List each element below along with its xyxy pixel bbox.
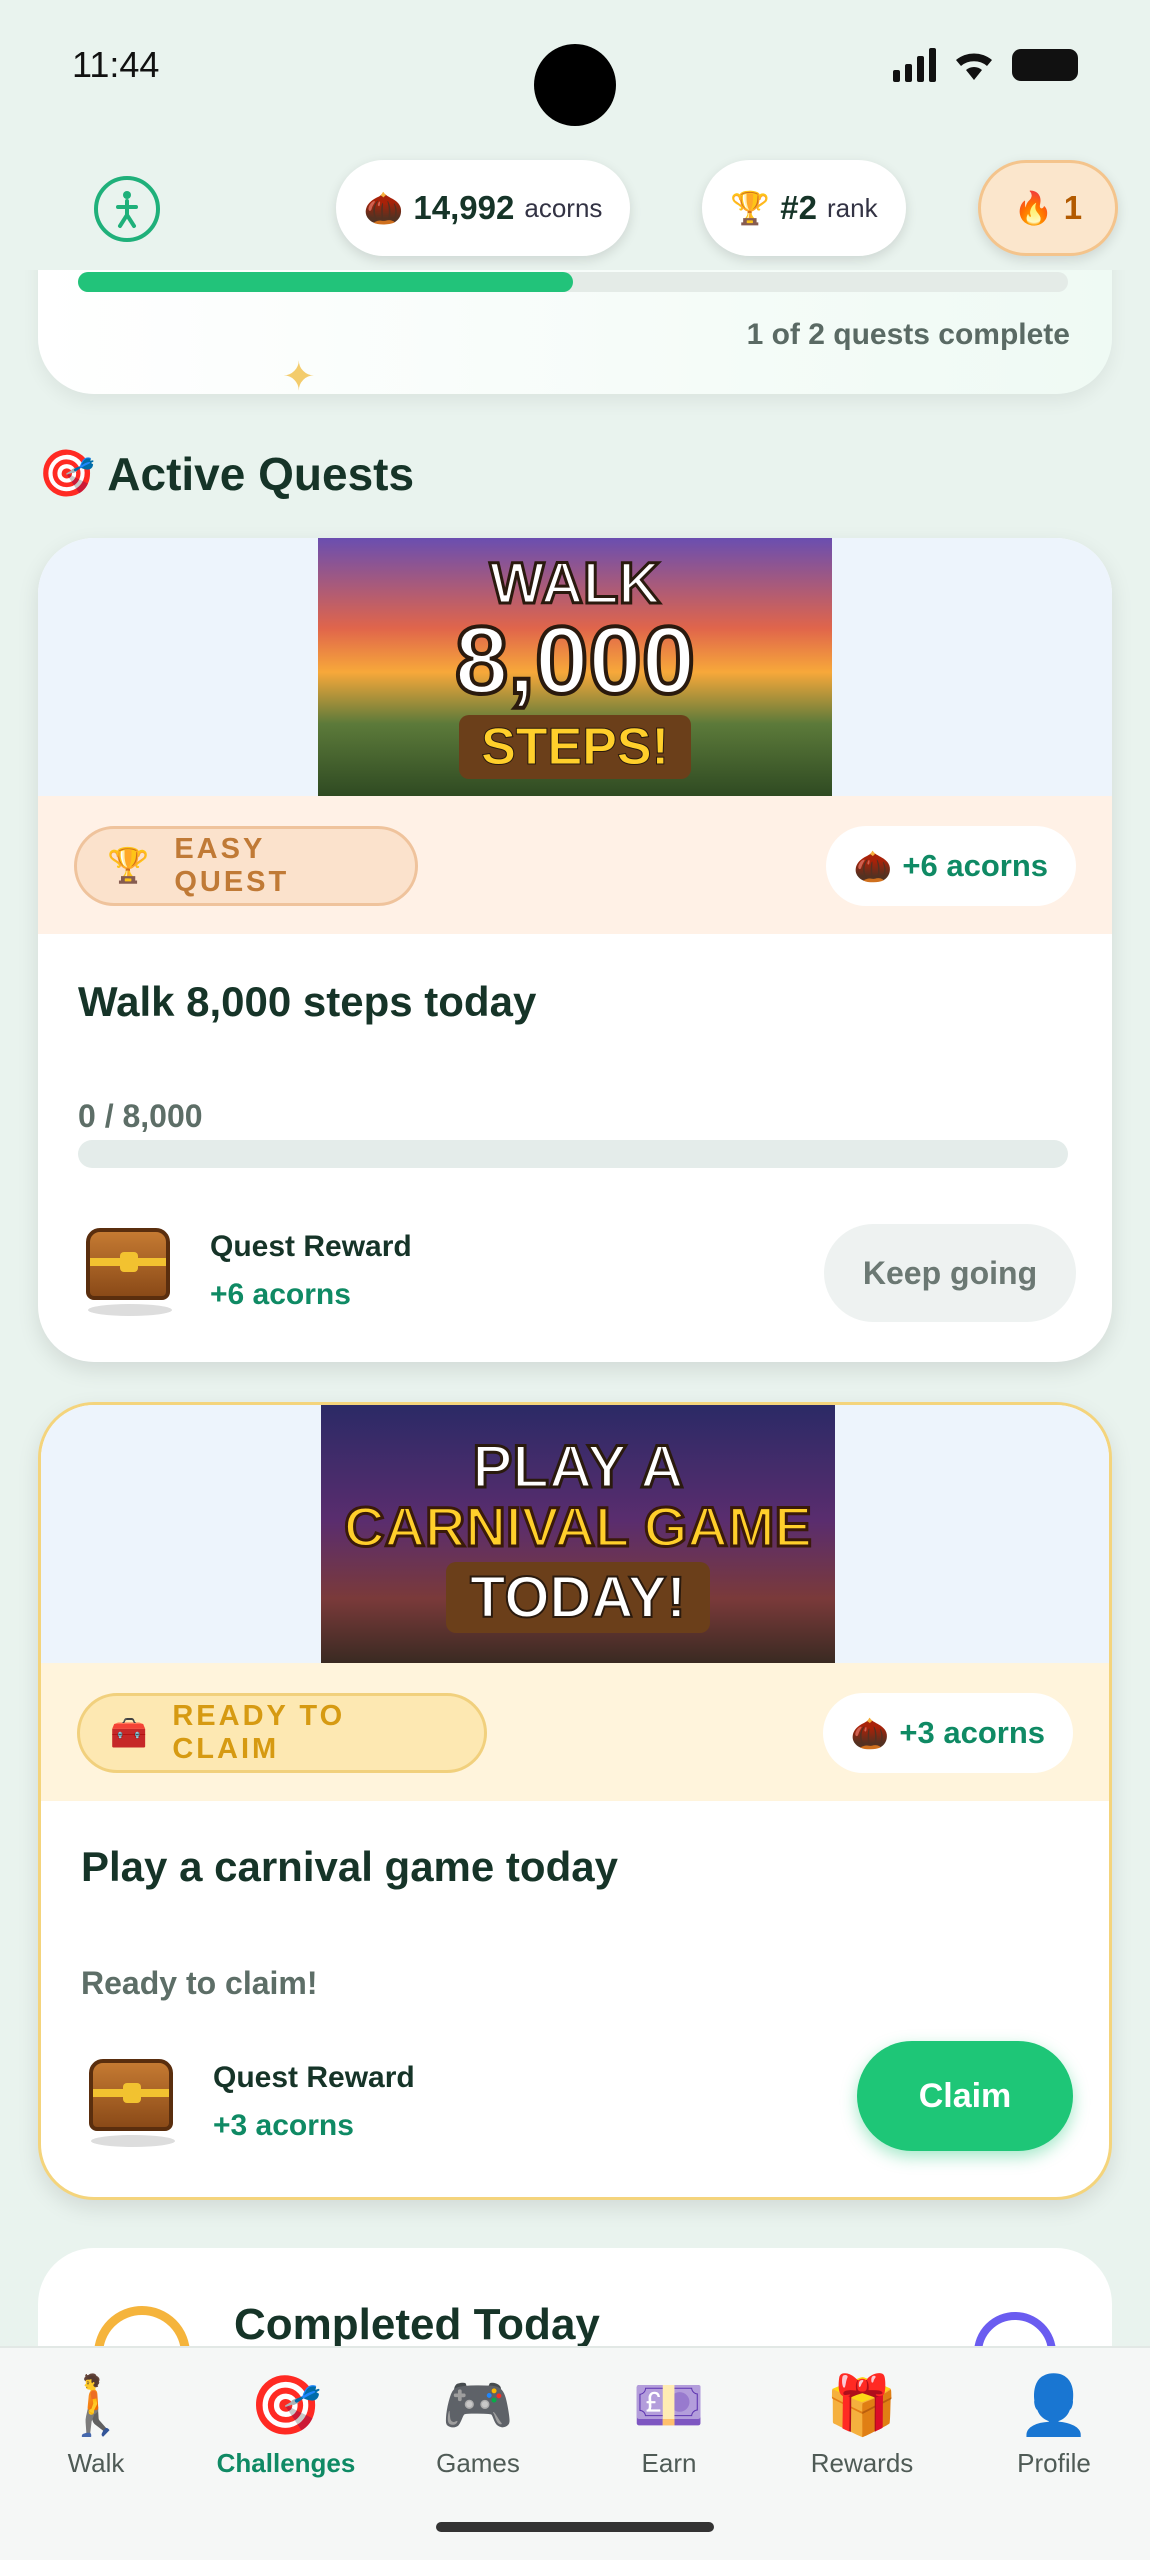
nav-item-challenges[interactable]: 🎯 Challenges: [201, 2370, 371, 2479]
acorn-icon: 🌰: [363, 190, 404, 226]
banner-line: STEPS!: [459, 715, 691, 779]
reward-label: Quest Reward: [213, 2061, 415, 2094]
summary-progress-track: [78, 272, 1068, 292]
keep-going-button[interactable]: Keep going: [824, 1224, 1076, 1322]
chest-icon: 🧰: [110, 1716, 151, 1750]
summary-progress-text: 1 of 2 quests complete: [746, 318, 1070, 351]
chest-icon: [89, 2059, 173, 2131]
difficulty-badge: 🏆 EASY QUEST: [74, 826, 418, 906]
nav-label: Profile: [1017, 2448, 1091, 2478]
quest-banner-area: WALK 8,000 STEPS!: [38, 538, 1112, 796]
nav-label: Rewards: [810, 2448, 914, 2478]
summary-progress-fill: [78, 272, 573, 292]
nav-item-profile[interactable]: 👤 Profile: [969, 2370, 1139, 2479]
battery-icon: [1012, 49, 1078, 81]
rank-value: #2: [780, 189, 817, 226]
home-indicator: [436, 2522, 714, 2532]
gamepad-icon: 🎮: [441, 2373, 515, 2438]
section-title-text: Active Quests: [107, 447, 415, 500]
top-bar: 🌰 14,992 acorns 🏆 #2 rank 🔥 1: [0, 150, 1150, 270]
section-title: 🎯 Active Quests: [38, 446, 414, 501]
banner-line: CARNIVAL GAME: [343, 1494, 814, 1558]
sparkle-icon: ✦: [282, 355, 316, 399]
reward-value: +3 acorns: [213, 2109, 354, 2142]
chest-icon: [86, 1228, 170, 1300]
claim-button[interactable]: Claim: [857, 2041, 1073, 2151]
status-badge: 🧰 READY TO CLAIM: [77, 1693, 487, 1773]
nav-item-rewards[interactable]: 🎁 Rewards: [777, 2370, 947, 2479]
acorn-balance-value: 14,992: [413, 189, 515, 226]
trophy-icon: 🏆: [730, 190, 771, 226]
quest-banner-area: PLAY A CARNIVAL GAME TODAY!: [41, 1405, 1109, 1663]
status-badge-label: READY TO CLAIM: [172, 1700, 346, 1765]
walker-icon: [116, 191, 138, 228]
quest-card-walk[interactable]: WALK 8,000 STEPS! 🏆 EASY QUEST 🌰 +6 acor…: [38, 538, 1112, 1362]
walker-button[interactable]: [94, 176, 160, 242]
profile-icon: 👤: [1017, 2373, 1091, 2438]
nav-label: Walk: [67, 2448, 125, 2478]
status-time: 11:44: [72, 44, 160, 85]
nav-label: Challenges: [216, 2448, 356, 2478]
acorn-icon: 🌰: [850, 1715, 890, 1751]
camera-cutout: [534, 44, 616, 126]
reward-chip-label: +3 acorns: [899, 1715, 1045, 1750]
quest-progress-track: [78, 1140, 1068, 1168]
completed-title: Completed Today: [234, 2300, 600, 2349]
quest-reward-row: Quest Reward +3 acorns Claim: [41, 2037, 1109, 2167]
nav-item-earn[interactable]: 💷 Earn: [584, 2370, 754, 2479]
streak-value: 1: [1063, 189, 1083, 226]
rank-unit: rank: [826, 192, 878, 223]
quest-tag-row: 🏆 EASY QUEST 🌰 +6 acorns: [38, 796, 1112, 934]
quest-reward-row: Quest Reward +6 acorns Keep going: [38, 1206, 1112, 1336]
streak-pill[interactable]: 🔥 1: [978, 160, 1118, 256]
nav-item-walk[interactable]: 🚶 Walk: [11, 2370, 181, 2479]
trophy-icon: 🏆: [107, 847, 153, 885]
walk-icon: 🚶: [59, 2373, 133, 2438]
quest-tag-row: 🧰 READY TO CLAIM 🌰 +3 acorns: [41, 1663, 1109, 1801]
target-icon: 🎯: [249, 2373, 323, 2438]
quest-title: Walk 8,000 steps today: [78, 978, 537, 1025]
chest-shadow: [91, 2135, 175, 2147]
banner-line: PLAY A: [471, 1432, 685, 1500]
wifi-icon: [956, 53, 992, 80]
quest-banner-image: PLAY A CARNIVAL GAME TODAY!: [321, 1405, 835, 1663]
difficulty-label: EASY QUEST: [174, 833, 290, 898]
banner-line: WALK: [488, 551, 662, 616]
quest-title: Play a carnival game today: [81, 1843, 618, 1890]
banknote-icon: 💷: [632, 2373, 706, 2438]
reward-label: Quest Reward: [210, 1230, 412, 1263]
acorn-balance-unit: acorns: [524, 192, 603, 223]
reward-chip: 🌰 +3 acorns: [822, 1693, 1073, 1773]
status-icons: [893, 48, 1078, 82]
rank-pill[interactable]: 🏆 #2 rank: [702, 160, 906, 256]
nav-label: Games: [436, 2448, 520, 2478]
flame-icon: 🔥: [1013, 190, 1054, 226]
reward-chip-label: +6 acorns: [902, 848, 1048, 883]
quest-card-carnival[interactable]: PLAY A CARNIVAL GAME TODAY! 🧰 READY TO C…: [38, 1402, 1112, 2200]
status-bar: 11:44: [0, 0, 1150, 140]
nav-item-games[interactable]: 🎮 Games: [393, 2370, 563, 2479]
gift-icon: 🎁: [825, 2373, 899, 2438]
chest-shadow: [88, 1304, 172, 1316]
quest-progress-label: 0 / 8,000: [78, 1098, 203, 1134]
nav-label: Earn: [641, 2448, 697, 2478]
reward-value: +6 acorns: [210, 1278, 351, 1311]
reward-chip: 🌰 +6 acorns: [825, 826, 1076, 906]
acorn-icon: 🌰: [853, 848, 893, 884]
acorn-balance-pill[interactable]: 🌰 14,992 acorns: [336, 160, 630, 256]
signal-icon: [893, 48, 936, 82]
quest-banner-image: WALK 8,000 STEPS!: [318, 538, 832, 796]
banner-line: TODAY!: [446, 1562, 710, 1634]
banner-line: 8,000: [453, 607, 697, 714]
target-icon: 🎯: [38, 447, 96, 499]
quest-status-text: Ready to claim!: [81, 1965, 318, 2001]
